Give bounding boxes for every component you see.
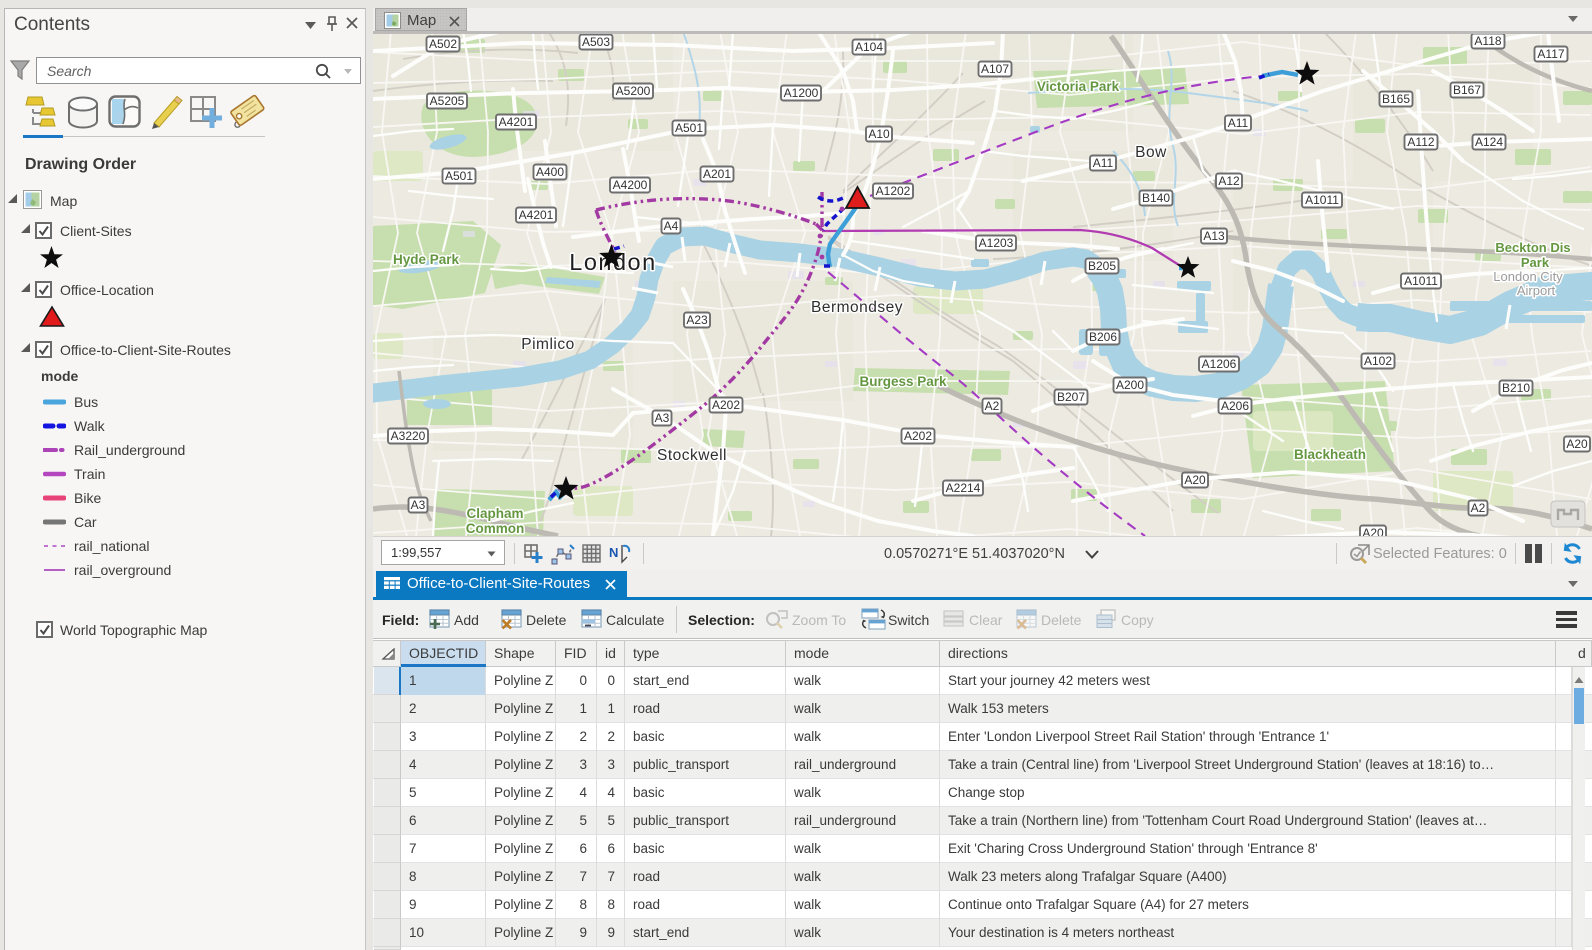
svg-text:N: N bbox=[609, 545, 618, 560]
svg-text:A1011: A1011 bbox=[1305, 193, 1339, 207]
svg-text:A2214: A2214 bbox=[946, 481, 981, 495]
svg-text:A501: A501 bbox=[445, 169, 473, 183]
svg-text:A4: A4 bbox=[664, 219, 679, 233]
svg-text:A1203: A1203 bbox=[979, 236, 1014, 250]
svg-text:A2: A2 bbox=[985, 399, 1000, 413]
svg-text:A400: A400 bbox=[536, 165, 564, 179]
svg-text:A104: A104 bbox=[855, 40, 883, 54]
svg-text:A503: A503 bbox=[582, 35, 610, 49]
svg-text:Bow: Bow bbox=[1135, 144, 1167, 161]
svg-text:A1200: A1200 bbox=[784, 86, 819, 100]
svg-text:A12: A12 bbox=[1218, 174, 1240, 188]
svg-text:A11: A11 bbox=[1093, 156, 1114, 170]
svg-text:Beckton Dis: Beckton Dis bbox=[1495, 240, 1570, 255]
svg-text:Blackheath: Blackheath bbox=[1294, 447, 1366, 462]
svg-text:Clapham: Clapham bbox=[466, 506, 523, 521]
svg-text:A23: A23 bbox=[686, 313, 708, 327]
svg-text:B207: B207 bbox=[1057, 390, 1085, 404]
svg-text:A202: A202 bbox=[904, 429, 932, 443]
svg-text:A1202: A1202 bbox=[876, 184, 911, 198]
svg-text:A20: A20 bbox=[1566, 437, 1588, 451]
svg-text:Airport: Airport bbox=[1517, 283, 1556, 298]
svg-text:A20: A20 bbox=[1362, 526, 1384, 536]
svg-text:A118: A118 bbox=[1474, 34, 1501, 48]
svg-text:A206: A206 bbox=[1221, 399, 1249, 413]
svg-text:A124: A124 bbox=[1475, 135, 1503, 149]
svg-text:B167: B167 bbox=[1453, 83, 1481, 97]
svg-text:A2: A2 bbox=[1471, 501, 1486, 515]
svg-text:A200: A200 bbox=[1116, 378, 1144, 392]
svg-text:A107: A107 bbox=[981, 62, 1009, 76]
svg-text:London City: London City bbox=[1493, 269, 1563, 284]
svg-text:A11: A11 bbox=[1228, 116, 1249, 130]
svg-text:A4201: A4201 bbox=[499, 115, 534, 129]
svg-text:A1011: A1011 bbox=[1404, 274, 1438, 288]
svg-text:A202: A202 bbox=[712, 398, 740, 412]
svg-text:A102: A102 bbox=[1364, 354, 1392, 368]
svg-text:B165: B165 bbox=[1382, 92, 1410, 106]
svg-text:A502: A502 bbox=[429, 37, 457, 51]
svg-text:A5200: A5200 bbox=[616, 84, 651, 98]
svg-text:A3: A3 bbox=[411, 498, 426, 512]
svg-text:Common: Common bbox=[466, 521, 525, 536]
svg-text:A3: A3 bbox=[655, 411, 670, 425]
svg-text:A4201: A4201 bbox=[519, 208, 554, 222]
svg-text:A5205: A5205 bbox=[430, 94, 465, 108]
svg-text:B206: B206 bbox=[1089, 330, 1117, 344]
svg-text:Burgess Park: Burgess Park bbox=[859, 374, 947, 389]
svg-text:Park: Park bbox=[1521, 255, 1550, 270]
svg-text:A501: A501 bbox=[675, 121, 703, 135]
svg-text:A10: A10 bbox=[868, 127, 890, 141]
svg-text:A4200: A4200 bbox=[613, 178, 648, 192]
svg-text:B210: B210 bbox=[1502, 381, 1530, 395]
svg-text:Hyde Park: Hyde Park bbox=[393, 252, 460, 267]
svg-text:B205: B205 bbox=[1088, 259, 1116, 273]
svg-text:A3220: A3220 bbox=[391, 429, 426, 443]
svg-text:A13: A13 bbox=[1203, 229, 1225, 243]
svg-text:B140: B140 bbox=[1142, 191, 1170, 205]
svg-text:A112: A112 bbox=[1407, 135, 1434, 149]
svg-text:A117: A117 bbox=[1537, 47, 1564, 61]
svg-text:Stockwell: Stockwell bbox=[657, 447, 727, 464]
svg-text:A1206: A1206 bbox=[1202, 357, 1237, 371]
svg-text:A201: A201 bbox=[703, 167, 731, 181]
svg-text:Victoria Park: Victoria Park bbox=[1037, 79, 1120, 94]
svg-text:Pimlico: Pimlico bbox=[521, 336, 574, 353]
svg-text:A20: A20 bbox=[1184, 473, 1206, 487]
svg-text:Bermondsey: Bermondsey bbox=[811, 299, 903, 316]
